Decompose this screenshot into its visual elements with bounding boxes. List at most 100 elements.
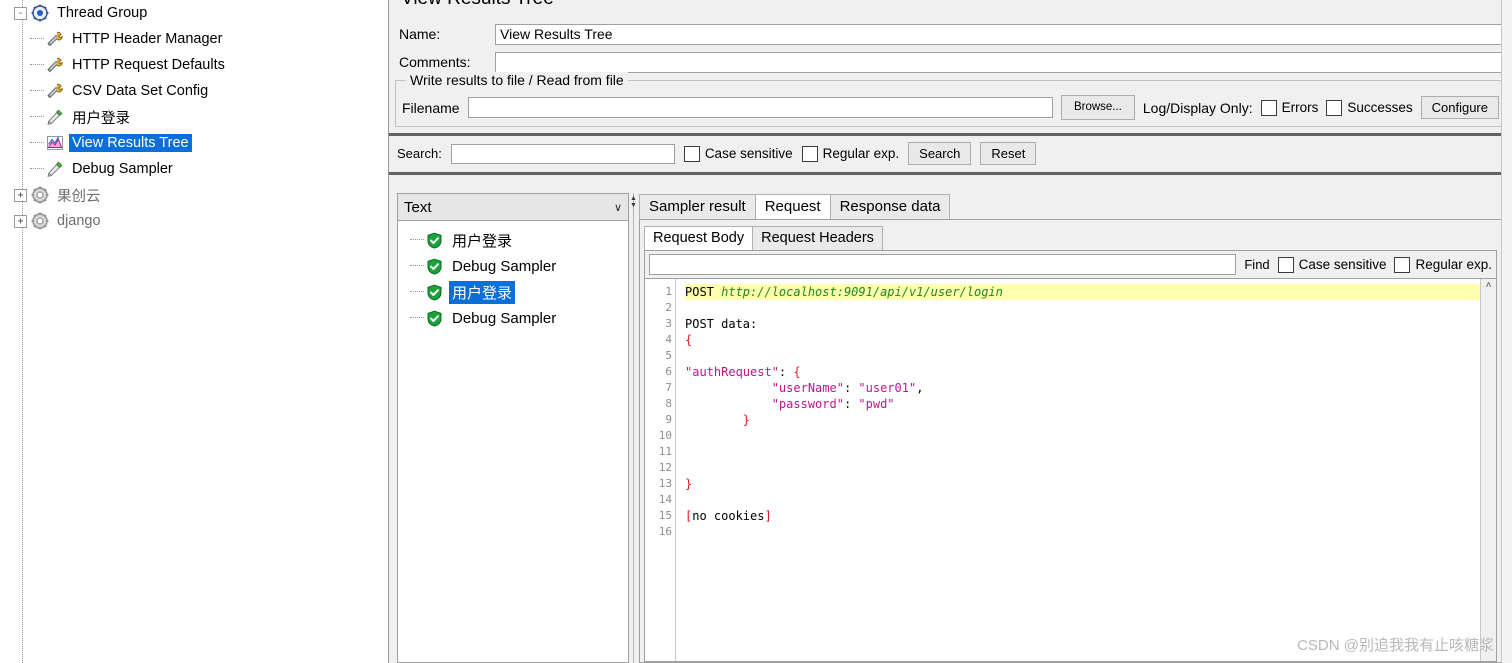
tree-item-0[interactable]: - Thread Group xyxy=(0,0,380,26)
code-token: "pwd" xyxy=(858,397,895,411)
result-list-item[interactable]: Debug Sampler xyxy=(398,253,628,279)
line-number: 10 xyxy=(658,429,672,442)
success-shield-icon xyxy=(426,284,443,301)
line-number: 3 xyxy=(665,317,672,330)
result-branch-line xyxy=(410,291,424,293)
successes-checkbox-wrap[interactable]: Successes xyxy=(1326,99,1413,116)
request-sub-tab-bar[interactable]: Request Body Request Headers xyxy=(644,225,1497,250)
find-regex-wrap[interactable]: Regular exp. xyxy=(1394,256,1492,273)
line-number: 8 xyxy=(665,397,672,410)
tree-item-8[interactable]: + django xyxy=(0,208,380,234)
main-tab-bar[interactable]: Sampler result Request Response data xyxy=(639,193,1502,219)
find-case-sensitive-checkbox[interactable] xyxy=(1277,256,1294,273)
code-token: { xyxy=(685,333,693,347)
code-line: } xyxy=(685,412,1480,428)
tree-item-3[interactable]: CSV Data Set Config xyxy=(0,78,380,104)
write-results-group: Write results to file / Read from file F… xyxy=(395,72,1506,127)
code-content[interactable]: POST http://localhost:9091/api/v1/user/l… xyxy=(676,279,1480,661)
search-case-sensitive-wrap[interactable]: Case sensitive xyxy=(683,145,793,162)
code-token: POST data: xyxy=(685,317,758,331)
panel-vertical-scrollbar[interactable] xyxy=(1501,0,1512,663)
tree-item-label: View Results Tree xyxy=(69,134,192,152)
errors-checkbox-wrap[interactable]: Errors xyxy=(1260,99,1319,116)
result-item-label: 用户登录 xyxy=(452,232,513,250)
tab-response-data[interactable]: Response data xyxy=(829,194,951,219)
subtab-request-headers[interactable]: Request Headers xyxy=(752,226,883,250)
find-label: Find xyxy=(1244,257,1270,272)
filename-row: Filename Browse... Log/Display Only: Err… xyxy=(402,95,1499,120)
find-case-sensitive-wrap[interactable]: Case sensitive xyxy=(1277,256,1387,273)
code-line: "password": "pwd" xyxy=(685,396,1480,412)
search-case-sensitive-checkbox[interactable] xyxy=(683,145,700,162)
browse-button[interactable]: Browse... xyxy=(1060,95,1135,120)
tree-toggle-icon[interactable]: + xyxy=(14,214,27,228)
configure-button[interactable]: Configure xyxy=(1420,96,1499,119)
request-body-viewer[interactable]: 1 2 3 4 5 6 7 8 9 10 11 12 13 14 15 16 POST http://loca… xyxy=(644,279,1497,662)
listener-chart-icon xyxy=(45,133,65,153)
tree-item-5[interactable]: View Results Tree xyxy=(0,130,380,156)
tab-sampler-result[interactable]: Sampler result xyxy=(639,194,756,219)
tree-item-label: HTTP Header Manager xyxy=(72,31,223,47)
code-line: [no cookies] xyxy=(685,508,1480,524)
successes-checkbox[interactable] xyxy=(1326,99,1343,116)
search-regex-checkbox[interactable] xyxy=(801,145,818,162)
result-branch-line xyxy=(410,317,424,319)
result-list-item[interactable]: 用户登录 xyxy=(398,227,628,253)
tree-toggle-icon[interactable]: + xyxy=(14,188,27,202)
divider-arrows-icon[interactable]: ▲ ▼ xyxy=(630,195,637,209)
sampler-pipette-icon xyxy=(45,159,65,179)
tree-item-label: Debug Sampler xyxy=(72,161,173,177)
config-wrench-icon xyxy=(45,55,65,75)
search-reset-button[interactable]: Reset xyxy=(980,142,1037,165)
code-line: { xyxy=(685,332,1480,348)
test-plan-tree[interactable]: - Thread Group HTTP Header Manager HTTP Req… xyxy=(0,0,380,663)
tree-branch-line xyxy=(30,90,44,92)
subtab-request-body[interactable]: Request Body xyxy=(644,226,754,250)
chevron-down-icon: ∨ xyxy=(613,201,622,214)
errors-checkbox[interactable] xyxy=(1260,99,1277,116)
filename-input[interactable] xyxy=(467,97,1053,118)
tab-request[interactable]: Request xyxy=(754,194,831,219)
code-token: } xyxy=(742,413,751,427)
search-case-sensitive-label: Case sensitive xyxy=(704,146,793,161)
line-number: 12 xyxy=(658,461,672,474)
tree-branch-line xyxy=(30,168,44,170)
tree-item-4[interactable]: 用户登录 xyxy=(0,104,380,130)
tree-toggle-icon[interactable]: - xyxy=(14,6,27,20)
tree-item-2[interactable]: HTTP Request Defaults xyxy=(0,52,380,78)
result-list-item[interactable]: Debug Sampler xyxy=(398,305,628,331)
page-title: View Results Tree xyxy=(401,0,554,10)
code-vertical-scrollbar[interactable]: ˄ xyxy=(1480,279,1496,661)
line-number: 16 xyxy=(658,525,672,538)
code-token: http://localhost:9091/api/v1/user/login xyxy=(721,285,1003,299)
code-token: "password" xyxy=(771,397,844,411)
tree-item-7[interactable]: + 果创云 xyxy=(0,182,380,208)
comments-input[interactable] xyxy=(495,51,1504,73)
result-branch-line xyxy=(410,265,424,267)
name-input[interactable]: View Results Tree xyxy=(495,23,1504,45)
search-button[interactable]: Search xyxy=(908,142,972,165)
write-results-legend: Write results to file / Read from file xyxy=(406,72,628,88)
search-regex-wrap[interactable]: Regular exp. xyxy=(801,145,899,162)
sample-result-list[interactable]: 用户登录 Debug Sampler 用户登录 Debug Sampler xyxy=(398,221,628,662)
successes-label: Successes xyxy=(1347,100,1413,115)
scroll-up-icon[interactable]: ˄ xyxy=(1486,281,1492,291)
name-row: Name: View Results Tree xyxy=(389,20,1512,48)
find-regex-checkbox[interactable] xyxy=(1394,256,1411,273)
find-input[interactable] xyxy=(649,254,1237,275)
tree-item-6[interactable]: Debug Sampler xyxy=(0,156,380,182)
split-divider[interactable]: ▲ ▼ xyxy=(629,193,639,663)
line-number: 13 xyxy=(658,477,672,490)
find-case-sensitive-label: Case sensitive xyxy=(1298,257,1387,272)
request-tab-panel: Request Body Request Headers Find Case se… xyxy=(639,219,1502,663)
tree-item-1[interactable]: HTTP Header Manager xyxy=(0,26,380,52)
errors-label: Errors xyxy=(1281,100,1319,115)
render-type-combo[interactable]: Text ∨ xyxy=(398,194,628,221)
tree-branch-line xyxy=(30,38,44,40)
results-split: Text ∨ 用户登录 Debug Sampler 用户登录 Debug Sample… xyxy=(397,193,1502,663)
result-branch-line xyxy=(410,239,424,241)
result-list-item[interactable]: 用户登录 xyxy=(398,279,628,305)
search-input[interactable] xyxy=(450,143,675,164)
